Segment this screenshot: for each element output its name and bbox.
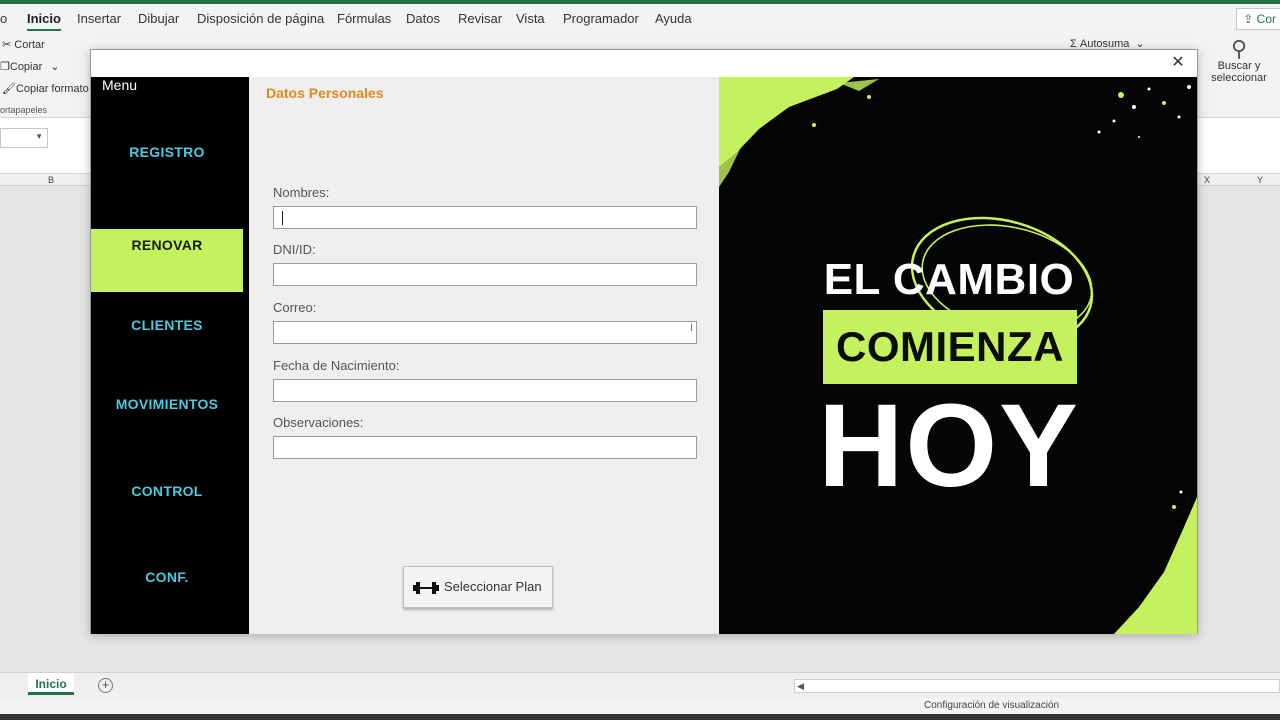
share-button[interactable]: ⇪ Cor [1236,8,1280,30]
cut-button[interactable]: ✂ Cortar [2,38,45,51]
observaciones-input[interactable] [273,436,697,459]
status-bar: Configuración de visualización [0,698,1280,714]
copy-format-button[interactable]: 🖌Copiar formato [2,82,89,95]
personal-data-form: Datos Personales Nombres: DNI/ID: Correo… [249,77,719,634]
chevron-down-icon: ⌄ [50,61,60,73]
promo-highlight-box: COMIENZA [823,310,1077,384]
menu-item-formulas[interactable]: Fórmulas [337,11,391,26]
menu-item-vista[interactable]: Vista [516,11,545,26]
sidebar-menu: Menu REGISTRO RENOVAR CLIENTES MOVIMIENT… [91,77,249,634]
horizontal-scrollbar[interactable]: ◀ [794,679,1280,693]
registration-dialog: ✕ Menu REGISTRO RENOVAR CLIENTES MOVIMIE… [90,49,1198,634]
column-b[interactable]: B [48,175,54,185]
sheet-tab-bar: Inicio + ◀ [0,672,1280,698]
taskbar-strip [0,714,1280,720]
promo-line-3: HOY [818,380,1080,512]
observaciones-label: Observaciones: [273,415,364,430]
find-label-1: Buscar y [1217,60,1261,72]
dni-input[interactable] [273,263,697,286]
copy-button[interactable]: ❐Copiar ⌄ [0,60,60,73]
copy-format-label: Copiar formato [15,83,89,95]
column-x[interactable]: X [1204,175,1210,185]
clipboard-group-label: ortapapeles [0,105,48,115]
correo-input[interactable]: I [273,321,697,344]
sidebar-item-registro[interactable]: REGISTRO [91,144,243,168]
menu-item-datos[interactable]: Datos [406,11,440,26]
find-select-button[interactable]: ⚲ Buscar y seleccionar [1198,36,1280,85]
close-icon[interactable]: ✕ [1169,54,1187,72]
menu-item-revisar[interactable]: Revisar [458,11,502,26]
chevron-down-icon: ▼ [35,132,43,141]
magnifier-icon: ⚲ [1230,36,1248,61]
nombres-input[interactable] [273,206,697,229]
scroll-left-icon[interactable]: ◀ [797,681,804,692]
cut-label: Cortar [14,39,45,51]
sidebar-item-movimientos[interactable]: MOVIMIENTOS [91,396,243,420]
sidebar-item-renovar[interactable]: RENOVAR [91,229,243,292]
display-settings[interactable]: Configuración de visualización [924,700,1059,711]
menu-item-insertar[interactable]: Insertar [77,11,121,26]
dni-label: DNI/ID: [273,242,316,257]
sidebar-title: Menu [102,77,138,93]
copy-label: Copiar [9,61,43,73]
copy-icon: ❐ [0,61,10,73]
dumbbell-icon [413,582,439,594]
promo-line-1: EL CAMBIO [823,255,1075,304]
sidebar-item-clientes[interactable]: CLIENTES [91,317,243,341]
form-heading: Datos Personales [266,85,384,101]
ibeam-cursor-icon: I [690,322,694,334]
column-y[interactable]: Y [1257,175,1263,185]
menu-item-disposicion[interactable]: Disposición de página [197,11,324,26]
menu-item-programador[interactable]: Programador [563,11,639,26]
promo-banner: EL CAMBIO COMIENZA HOY [719,77,1197,634]
select-plan-label: Seleccionar Plan [444,579,542,594]
nombres-label: Nombres: [273,185,330,200]
dialog-titlebar: ✕ [91,50,1197,77]
sidebar-item-conf[interactable]: CONF. [91,569,243,593]
promo-line-2: COMIENZA [836,323,1064,370]
menu-item-ayuda[interactable]: Ayuda [655,11,692,26]
correo-label: Correo: [273,300,317,315]
fecha-nacimiento-input[interactable] [273,379,697,402]
text-caret [282,211,283,225]
share-label: Cor [1256,12,1276,26]
fecha-nacimiento-label: Fecha de Nacimiento: [273,358,400,373]
scissors-icon: ✂ [2,39,15,51]
menu-item-dibujar[interactable]: Dibujar [138,11,179,26]
select-plan-button[interactable]: Seleccionar Plan [403,566,553,608]
sheet-tab-inicio[interactable]: Inicio [28,673,74,695]
brush-icon: 🖌 [2,83,16,95]
menu-item-inicio[interactable]: Inicio [27,11,61,31]
add-sheet-icon[interactable]: + [98,678,113,693]
excel-menu-bar: o Inicio Insertar Dibujar Disposición de… [0,4,1280,34]
share-icon: ⇪ [1243,12,1257,26]
find-label-2: seleccionar [1211,72,1267,84]
menu-item-file-partial[interactable]: o [0,11,7,26]
name-box[interactable]: ▼ [0,128,48,148]
sidebar-item-control[interactable]: CONTROL [91,483,243,507]
